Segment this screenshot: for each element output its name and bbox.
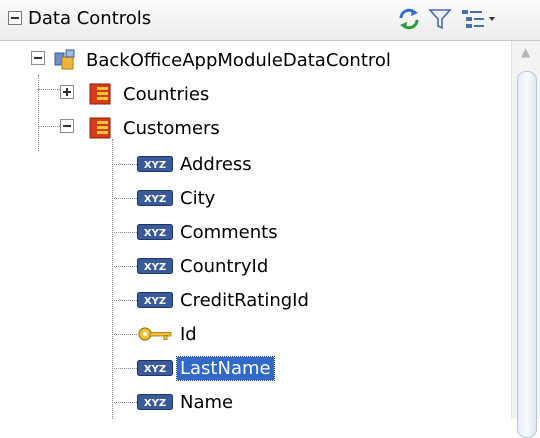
scroll-up-arrow-icon[interactable]: ▲: [521, 45, 530, 59]
tree-node-label: Id: [180, 323, 197, 345]
tree-root-node[interactable]: BackOfficeAppModuleDataControl: [53, 43, 394, 77]
collection-icon: [89, 117, 111, 139]
tree-node-label: Name: [180, 391, 234, 413]
data-control-icon: [54, 49, 75, 70]
svg-text:XYZ: XYZ: [144, 262, 166, 273]
panel-title: Data Controls: [28, 8, 152, 29]
tree-node-attribute[interactable]: XYZ Address: [137, 147, 255, 181]
tree-connector: [112, 266, 137, 267]
attribute-xyz-icon: XYZ: [137, 360, 173, 376]
tree-node-label: Customers: [123, 117, 220, 139]
tree-connector: [112, 198, 137, 199]
attribute-xyz-icon: XYZ: [137, 292, 173, 308]
data-controls-tree: BackOfficeAppModuleDataControl Countries…: [0, 41, 510, 419]
tree-connector: [38, 75, 39, 151]
expander-collapse[interactable]: [31, 51, 45, 65]
tree-node-attribute[interactable]: XYZ City: [137, 181, 218, 215]
tree-node-label: CreditRatingId: [180, 289, 309, 311]
tree-node-label: Address: [180, 153, 252, 175]
svg-text:XYZ: XYZ: [144, 228, 166, 239]
tree-node-label: Comments: [180, 221, 278, 243]
tree-node-label: BackOfficeAppModuleDataControl: [86, 49, 391, 71]
vertical-scrollbar[interactable]: ▲: [511, 41, 540, 438]
layout-options-icon[interactable]: [459, 6, 499, 32]
tree-node-attribute[interactable]: Id: [137, 317, 200, 351]
collapse-panel-button[interactable]: [8, 11, 22, 25]
tree-node-attribute[interactable]: XYZ Name: [137, 385, 236, 419]
tree-connector: [112, 402, 137, 403]
tree-node-attribute-selected[interactable]: XYZ LastName: [137, 351, 275, 385]
filter-icon[interactable]: [427, 6, 453, 32]
tree-connector: [112, 232, 137, 233]
tree-connector: [112, 368, 137, 369]
attribute-xyz-icon: XYZ: [137, 156, 173, 172]
refresh-icon[interactable]: [395, 6, 423, 32]
svg-text:XYZ: XYZ: [144, 160, 166, 171]
tree-node-attribute[interactable]: XYZ Comments: [137, 215, 281, 249]
attribute-xyz-icon: XYZ: [137, 394, 173, 410]
tree-node-label: Countries: [123, 83, 210, 105]
tree-node-label: CountryId: [180, 255, 269, 277]
tree-node-attribute[interactable]: XYZ CountryId: [137, 249, 271, 283]
collection-icon: [89, 83, 111, 105]
expander-expand[interactable]: [60, 85, 74, 99]
tree-node-label: City: [180, 187, 216, 209]
tree-connector: [112, 334, 137, 335]
attribute-xyz-icon: XYZ: [137, 224, 173, 240]
tree-node-customers[interactable]: Customers: [88, 111, 223, 145]
svg-text:XYZ: XYZ: [144, 364, 166, 375]
tree-connector: [112, 139, 113, 419]
tree-node-countries[interactable]: Countries: [88, 77, 212, 111]
key-icon: [138, 327, 172, 341]
svg-text:XYZ: XYZ: [144, 194, 166, 205]
tree-node-attribute[interactable]: XYZ CreditRatingId: [137, 283, 312, 317]
tree-connector: [112, 164, 137, 165]
tree-node-label: LastName: [176, 355, 275, 381]
attribute-xyz-icon: XYZ: [137, 190, 173, 206]
svg-text:XYZ: XYZ: [144, 296, 166, 307]
scrollbar-thumb[interactable]: [517, 71, 537, 438]
expander-collapse[interactable]: [60, 119, 74, 133]
panel-header: Data Controls: [0, 0, 540, 41]
tree-connector: [112, 300, 137, 301]
svg-text:XYZ: XYZ: [144, 398, 166, 409]
attribute-xyz-icon: XYZ: [137, 258, 173, 274]
